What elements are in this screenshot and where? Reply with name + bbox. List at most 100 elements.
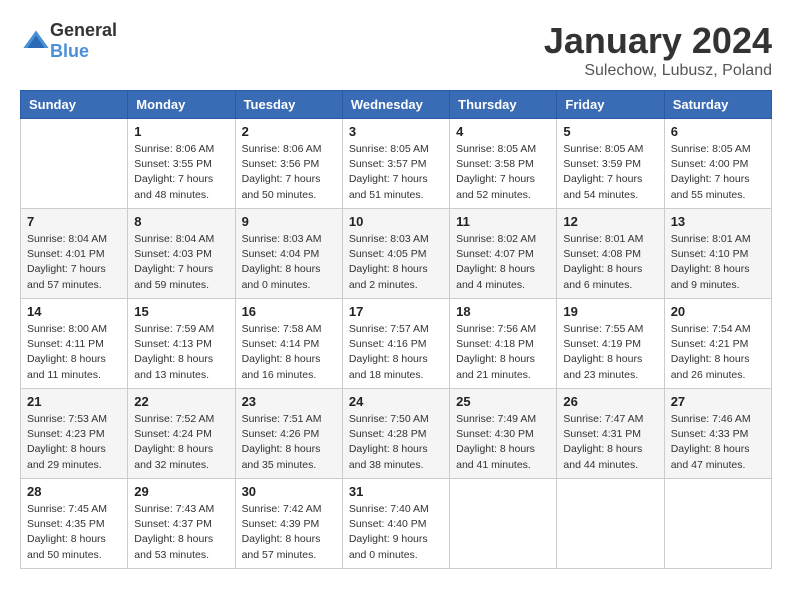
week-row-3: 14 Sunrise: 8:00 AMSunset: 4:11 PMDayligh…	[21, 299, 772, 389]
day-number: 25	[456, 394, 550, 409]
week-row-2: 7 Sunrise: 8:04 AMSunset: 4:01 PMDaylight…	[21, 209, 772, 299]
calendar-cell: 19 Sunrise: 7:55 AMSunset: 4:19 PMDayligh…	[557, 299, 664, 389]
calendar-cell: 7 Sunrise: 8:04 AMSunset: 4:01 PMDaylight…	[21, 209, 128, 299]
day-info: Sunrise: 8:01 AMSunset: 4:08 PMDaylight:…	[563, 232, 657, 293]
day-info: Sunrise: 7:51 AMSunset: 4:26 PMDaylight:…	[242, 412, 336, 473]
day-number: 30	[242, 484, 336, 499]
calendar-table: SundayMondayTuesdayWednesdayThursdayFrid…	[20, 90, 772, 569]
calendar-cell: 4Sunrise: 8:05 AMSunset: 3:58 PMDaylight…	[450, 119, 557, 209]
calendar-cell: 29 Sunrise: 7:43 AMSunset: 4:37 PMDayligh…	[128, 479, 235, 569]
day-info: Sunrise: 7:43 AMSunset: 4:37 PMDaylight:…	[134, 502, 228, 563]
day-info: Sunrise: 7:45 AMSunset: 4:35 PMDaylight:…	[27, 502, 121, 563]
day-number: 28	[27, 484, 121, 499]
calendar-cell: 18 Sunrise: 7:56 AMSunset: 4:18 PMDayligh…	[450, 299, 557, 389]
day-info: Sunrise: 7:46 AMSunset: 4:33 PMDaylight:…	[671, 412, 765, 473]
day-info: Sunrise: 8:05 AMSunset: 3:58 PMDaylight:…	[456, 142, 550, 203]
day-number: 24	[349, 394, 443, 409]
logo-blue-text: Blue	[50, 41, 89, 61]
calendar-cell: 23 Sunrise: 7:51 AMSunset: 4:26 PMDayligh…	[235, 389, 342, 479]
day-header-tuesday: Tuesday	[235, 91, 342, 119]
day-info: Sunrise: 8:03 AMSunset: 4:04 PMDaylight:…	[242, 232, 336, 293]
calendar-cell: 3 Sunrise: 8:05 AMSunset: 3:57 PMDaylight…	[342, 119, 449, 209]
calendar-cell: 31Sunrise: 7:40 AMSunset: 4:40 PMDayligh…	[342, 479, 449, 569]
day-number: 3	[349, 124, 443, 139]
day-number: 31	[349, 484, 443, 499]
calendar-cell: 21 Sunrise: 7:53 AMSunset: 4:23 PMDayligh…	[21, 389, 128, 479]
day-info: Sunrise: 7:59 AMSunset: 4:13 PMDaylight:…	[134, 322, 228, 383]
calendar-cell: 5 Sunrise: 8:05 AMSunset: 3:59 PMDaylight…	[557, 119, 664, 209]
day-info: Sunrise: 7:57 AMSunset: 4:16 PMDaylight:…	[349, 322, 443, 383]
day-info: Sunrise: 8:05 AMSunset: 3:57 PMDaylight:…	[349, 142, 443, 203]
calendar-cell: 17Sunrise: 7:57 AMSunset: 4:16 PMDayligh…	[342, 299, 449, 389]
calendar-cell: 25 Sunrise: 7:49 AMSunset: 4:30 PMDayligh…	[450, 389, 557, 479]
day-header-friday: Friday	[557, 91, 664, 119]
calendar-cell: 6 Sunrise: 8:05 AMSunset: 4:00 PMDaylight…	[664, 119, 771, 209]
calendar-cell: 28 Sunrise: 7:45 AMSunset: 4:35 PMDayligh…	[21, 479, 128, 569]
day-number: 15	[134, 304, 228, 319]
calendar-cell	[557, 479, 664, 569]
day-number: 16	[242, 304, 336, 319]
day-number: 23	[242, 394, 336, 409]
calendar-cell	[21, 119, 128, 209]
day-number: 27	[671, 394, 765, 409]
day-number: 26	[563, 394, 657, 409]
day-number: 29	[134, 484, 228, 499]
day-info: Sunrise: 8:01 AMSunset: 4:10 PMDaylight:…	[671, 232, 765, 293]
calendar-cell: 27 Sunrise: 7:46 AMSunset: 4:33 PMDayligh…	[664, 389, 771, 479]
title-area: January 2024 Sulechow, Lubusz, Poland	[544, 20, 772, 80]
week-row-4: 21 Sunrise: 7:53 AMSunset: 4:23 PMDayligh…	[21, 389, 772, 479]
calendar-cell: 20Sunrise: 7:54 AMSunset: 4:21 PMDayligh…	[664, 299, 771, 389]
day-number: 21	[27, 394, 121, 409]
calendar-cell: 24Sunrise: 7:50 AMSunset: 4:28 PMDayligh…	[342, 389, 449, 479]
location-title: Sulechow, Lubusz, Poland	[544, 62, 772, 80]
day-info: Sunrise: 8:05 AMSunset: 4:00 PMDaylight:…	[671, 142, 765, 203]
day-number: 19	[563, 304, 657, 319]
calendar-cell: 10 Sunrise: 8:03 AMSunset: 4:05 PMDayligh…	[342, 209, 449, 299]
day-number: 7	[27, 214, 121, 229]
day-number: 8	[134, 214, 228, 229]
day-info: Sunrise: 8:03 AMSunset: 4:05 PMDaylight:…	[349, 232, 443, 293]
day-number: 12	[563, 214, 657, 229]
calendar-cell: 8 Sunrise: 8:04 AMSunset: 4:03 PMDaylight…	[128, 209, 235, 299]
day-info: Sunrise: 8:06 AMSunset: 3:56 PMDaylight:…	[242, 142, 336, 203]
logo-general-text: General	[50, 20, 117, 40]
day-number: 1	[134, 124, 228, 139]
day-number: 18	[456, 304, 550, 319]
day-number: 9	[242, 214, 336, 229]
day-number: 5	[563, 124, 657, 139]
header: General Blue January 2024 Sulechow, Lubu…	[20, 20, 772, 80]
day-info: Sunrise: 8:05 AMSunset: 3:59 PMDaylight:…	[563, 142, 657, 203]
calendar-cell: 22 Sunrise: 7:52 AMSunset: 4:24 PMDayligh…	[128, 389, 235, 479]
day-info: Sunrise: 7:52 AMSunset: 4:24 PMDaylight:…	[134, 412, 228, 473]
calendar-cell: 1Sunrise: 8:06 AMSunset: 3:55 PMDaylight…	[128, 119, 235, 209]
calendar-cell: 12 Sunrise: 8:01 AMSunset: 4:08 PMDayligh…	[557, 209, 664, 299]
day-info: Sunrise: 7:49 AMSunset: 4:30 PMDaylight:…	[456, 412, 550, 473]
day-info: Sunrise: 7:55 AMSunset: 4:19 PMDaylight:…	[563, 322, 657, 383]
day-info: Sunrise: 8:02 AMSunset: 4:07 PMDaylight:…	[456, 232, 550, 293]
days-header-row: SundayMondayTuesdayWednesdayThursdayFrid…	[21, 91, 772, 119]
day-info: Sunrise: 7:42 AMSunset: 4:39 PMDaylight:…	[242, 502, 336, 563]
day-info: Sunrise: 7:53 AMSunset: 4:23 PMDaylight:…	[27, 412, 121, 473]
day-info: Sunrise: 7:56 AMSunset: 4:18 PMDaylight:…	[456, 322, 550, 383]
day-header-thursday: Thursday	[450, 91, 557, 119]
day-number: 11	[456, 214, 550, 229]
calendar-cell: 16Sunrise: 7:58 AMSunset: 4:14 PMDayligh…	[235, 299, 342, 389]
day-header-wednesday: Wednesday	[342, 91, 449, 119]
month-title: January 2024	[544, 20, 772, 62]
calendar-cell: 11 Sunrise: 8:02 AMSunset: 4:07 PMDayligh…	[450, 209, 557, 299]
calendar-cell	[450, 479, 557, 569]
day-number: 10	[349, 214, 443, 229]
day-info: Sunrise: 8:04 AMSunset: 4:03 PMDaylight:…	[134, 232, 228, 293]
day-info: Sunrise: 8:00 AMSunset: 4:11 PMDaylight:…	[27, 322, 121, 383]
calendar-cell: 15 Sunrise: 7:59 AMSunset: 4:13 PMDayligh…	[128, 299, 235, 389]
calendar-cell	[664, 479, 771, 569]
day-info: Sunrise: 8:04 AMSunset: 4:01 PMDaylight:…	[27, 232, 121, 293]
day-number: 22	[134, 394, 228, 409]
calendar-cell: 13Sunrise: 8:01 AMSunset: 4:10 PMDayligh…	[664, 209, 771, 299]
day-info: Sunrise: 7:54 AMSunset: 4:21 PMDaylight:…	[671, 322, 765, 383]
day-number: 14	[27, 304, 121, 319]
week-row-5: 28 Sunrise: 7:45 AMSunset: 4:35 PMDayligh…	[21, 479, 772, 569]
day-number: 6	[671, 124, 765, 139]
logo: General Blue	[20, 20, 117, 62]
day-header-sunday: Sunday	[21, 91, 128, 119]
